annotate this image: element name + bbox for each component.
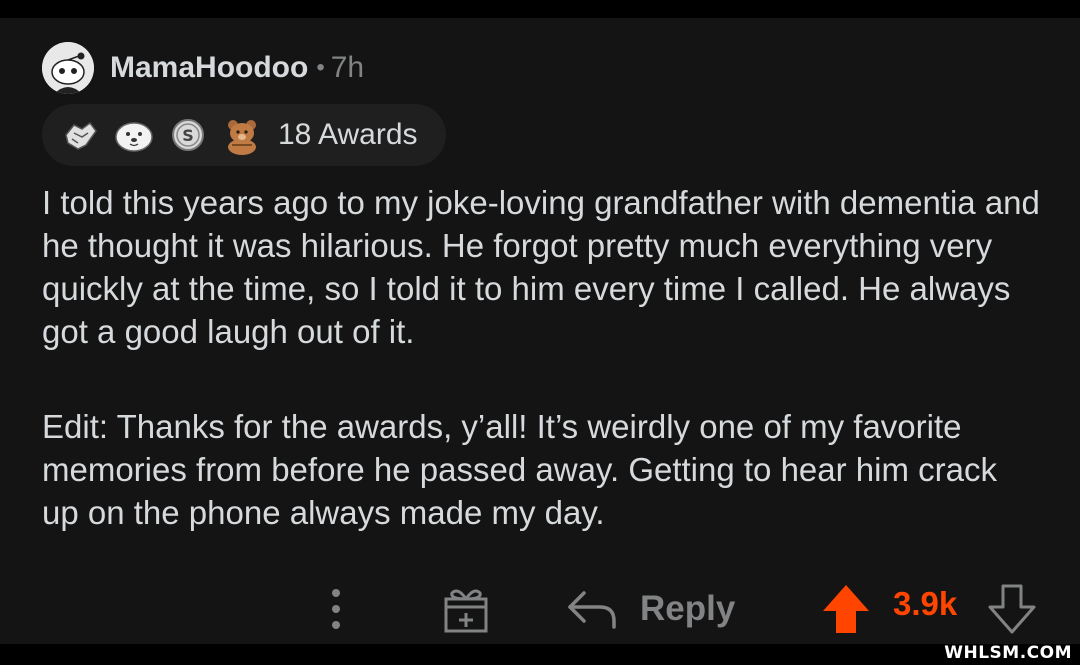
- comment-card: MamaHoodoo • 7h S 18 Awards I told this …: [0, 18, 1080, 644]
- svg-text:S: S: [182, 126, 194, 145]
- handshake-award-icon: [58, 113, 102, 157]
- vote-score: 3.9k: [893, 585, 958, 622]
- gift-award-icon: [444, 589, 488, 633]
- comment-header: MamaHoodoo • 7h: [42, 42, 364, 94]
- awards-count: 18 Awards: [278, 118, 418, 151]
- wholesome-seal-award-icon: [112, 113, 156, 157]
- avatar[interactable]: [42, 42, 94, 94]
- snoo-avatar-icon: [42, 42, 94, 94]
- reply-button[interactable]: Reply: [566, 581, 735, 637]
- awards-bar[interactable]: S 18 Awards: [42, 104, 446, 166]
- reply-label: Reply: [640, 589, 736, 628]
- silver-award-icon: S: [166, 113, 210, 157]
- comment-actions-bar: Reply 3.9k: [0, 563, 1080, 653]
- comment-timestamp: 7h: [330, 51, 365, 84]
- comment-paragraph: I told this years ago to my joke-loving …: [42, 184, 1040, 350]
- vertical-ellipsis-icon: [332, 589, 340, 629]
- comment-body: I told this years ago to my joke-loving …: [42, 181, 1042, 534]
- give-award-button[interactable]: [436, 581, 496, 637]
- separator-dot: •: [316, 54, 325, 81]
- watermark: WHLSM.COM: [944, 643, 1072, 663]
- author-username[interactable]: MamaHoodoo: [110, 51, 308, 85]
- comment-paragraph: Edit: Thanks for the awards, y’all! It’s…: [42, 408, 997, 531]
- reply-arrow-icon: [568, 591, 616, 629]
- upvote-arrow-icon: [823, 585, 869, 633]
- downvote-button[interactable]: [984, 581, 1040, 637]
- downvote-arrow-icon: [988, 584, 1036, 634]
- more-options-button[interactable]: [316, 581, 356, 637]
- bear-award-icon: [220, 113, 264, 157]
- upvote-button[interactable]: [818, 581, 874, 637]
